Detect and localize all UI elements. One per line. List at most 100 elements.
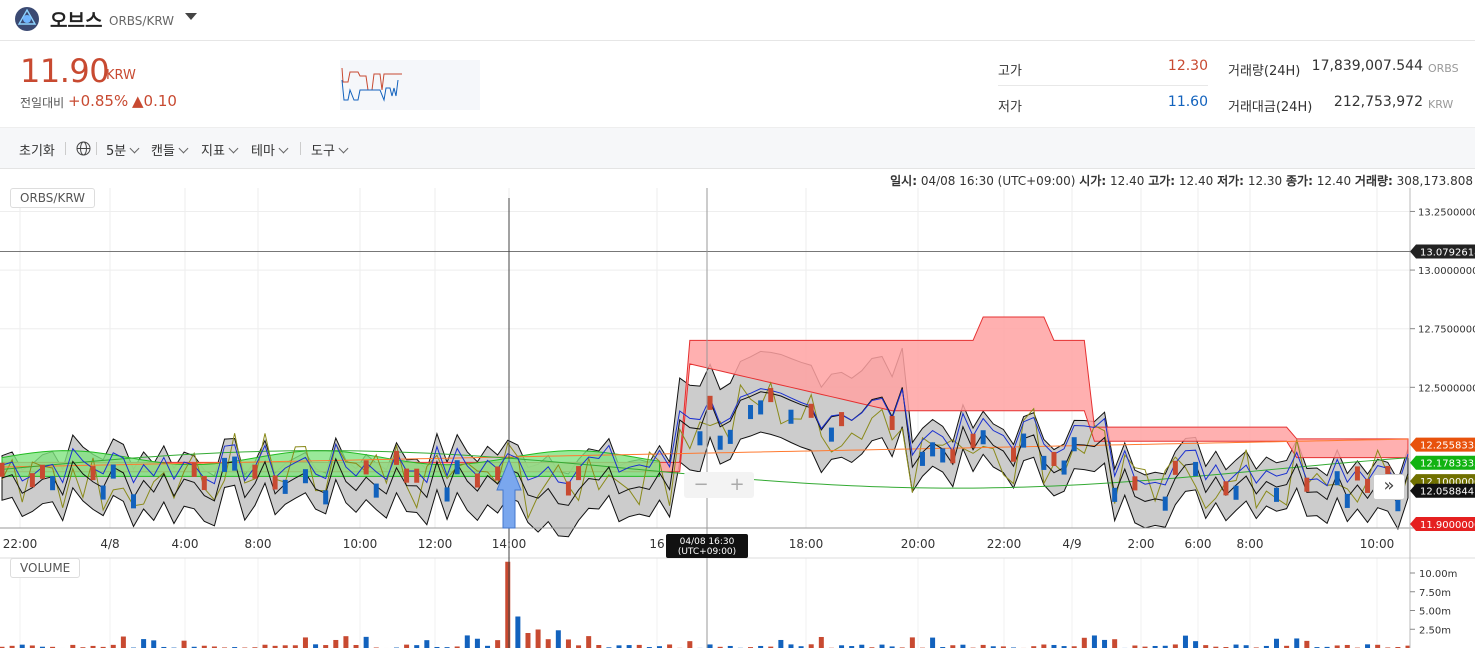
volume-bar (687, 641, 693, 648)
y-tick-label: 13.25000000 (1418, 207, 1475, 218)
price-flag-label: 12.17833333 (1420, 459, 1475, 470)
candle (252, 464, 258, 479)
candle (1021, 433, 1027, 448)
scroll-to-latest-button[interactable]: » (1373, 474, 1405, 500)
volume-bar (879, 644, 885, 648)
info-low: 12.30 (1247, 174, 1283, 188)
price-flag-label: 12.05884477 (1420, 487, 1475, 498)
volume-bar (1193, 641, 1199, 648)
candle (302, 469, 308, 484)
tools-dropdown[interactable]: 도구 (311, 140, 349, 159)
candle (110, 464, 116, 479)
x-tick-label: 4/9 (1062, 537, 1081, 551)
theme-dropdown[interactable]: 테마 (251, 140, 289, 159)
volume-bar (343, 636, 349, 648)
coin-name[interactable]: 오브스 (50, 6, 102, 33)
volume-bar (1091, 635, 1097, 648)
candle (748, 405, 754, 420)
candle (839, 412, 845, 427)
candle (222, 457, 228, 472)
bollinger-band (1, 347, 1409, 538)
volume-bar (555, 630, 561, 648)
amount-24h-value: 212,753,972 (1333, 94, 1423, 110)
volume-tick-label: 2.50m (1419, 625, 1451, 636)
volume-bar (1304, 640, 1310, 648)
candle (1051, 451, 1057, 467)
x-tick-label: 4:00 (172, 537, 199, 551)
chevron-down-icon (178, 143, 189, 154)
candle (90, 466, 96, 481)
reset-button[interactable]: 초기화 (19, 140, 55, 159)
volume-bar (505, 561, 511, 648)
volume-bar (19, 644, 25, 648)
candle (970, 433, 976, 448)
volume-bar (1294, 638, 1300, 648)
volume-bar (707, 644, 713, 648)
chevron-down-icon (228, 143, 239, 154)
candle (1061, 460, 1067, 475)
indicator-label: 지표 (201, 144, 225, 159)
chevron-down-icon (278, 143, 289, 154)
candle (919, 451, 925, 466)
candle-dropdown[interactable]: 캔들 (151, 140, 189, 159)
candle (201, 476, 207, 491)
zoom-in-button[interactable]: + (720, 472, 754, 498)
candle (717, 435, 723, 450)
candle (363, 460, 369, 475)
volume-bar (1041, 644, 1047, 648)
coin-pair: ORBS/KRW (109, 14, 175, 28)
candle (323, 490, 329, 505)
volume-tick-label: 5.00m (1419, 607, 1451, 618)
volume-bar (1112, 639, 1118, 648)
amount-24h-unit: KRW (1428, 98, 1454, 111)
candle (474, 473, 480, 488)
candle (232, 456, 238, 471)
info-time: 04/08 16:30 (UTC+09:00) (920, 174, 1076, 188)
volume-bar (1233, 644, 1239, 648)
x-tick-label: 22:00 (987, 537, 1022, 551)
candle (100, 485, 106, 500)
info-close: 12.40 (1316, 174, 1352, 188)
volume-bar (302, 637, 308, 648)
stat-high-row: 고가 12.30 거래량(24H) 17,839,007.544 ORBS (998, 58, 1459, 79)
candle (1193, 461, 1199, 476)
candle (282, 479, 288, 494)
change-amount: ▲0.10 (132, 92, 177, 110)
candle-label: 캔들 (151, 144, 175, 159)
volume-bar (535, 629, 541, 648)
interval-label: 5분 (106, 144, 127, 159)
volume-bar (545, 639, 551, 648)
chart-toolbar: 초기화 5분 캔들 지표 테마 도구 (0, 127, 1475, 169)
indicator-dropdown[interactable]: 지표 (201, 140, 239, 159)
low-value: 11.60 (1167, 94, 1208, 110)
globe-icon[interactable] (76, 141, 91, 156)
candle (1223, 481, 1229, 496)
info-volume-label: 거래량: (1354, 174, 1393, 188)
candle (29, 473, 35, 488)
price-flag-label: 11.90000000 (1420, 520, 1475, 531)
volume-bar (464, 635, 470, 648)
volume-bar (1274, 638, 1280, 648)
candle (1172, 460, 1178, 475)
volume-bars (0, 561, 1411, 648)
interval-dropdown[interactable]: 5분 (106, 140, 140, 159)
coin-dropdown-icon[interactable] (184, 12, 198, 22)
price-chart[interactable]: 22:00 4/8 4:00 8:00 10:00 12:00 14:00 16 18:00 20… (0, 188, 1475, 648)
volume-bar (474, 638, 480, 648)
volume-bar (808, 644, 814, 648)
volume-bar (667, 644, 673, 648)
volume-bar (1182, 635, 1188, 648)
candle (1132, 476, 1138, 491)
volume-bar (565, 639, 571, 648)
candle (808, 403, 814, 418)
candle (1233, 485, 1239, 500)
zoom-out-button[interactable]: − (684, 472, 718, 498)
info-open-label: 시가: (1079, 174, 1107, 188)
candle (1334, 471, 1340, 486)
volume-tick-label: 10.00m (1419, 569, 1457, 580)
chevron-down-icon (338, 143, 349, 154)
info-high-label: 고가: (1148, 174, 1176, 188)
x-tick-label: 8:00 (245, 537, 272, 551)
stat-divider (998, 85, 1208, 86)
x-tick-label: 14:00 (492, 537, 527, 551)
